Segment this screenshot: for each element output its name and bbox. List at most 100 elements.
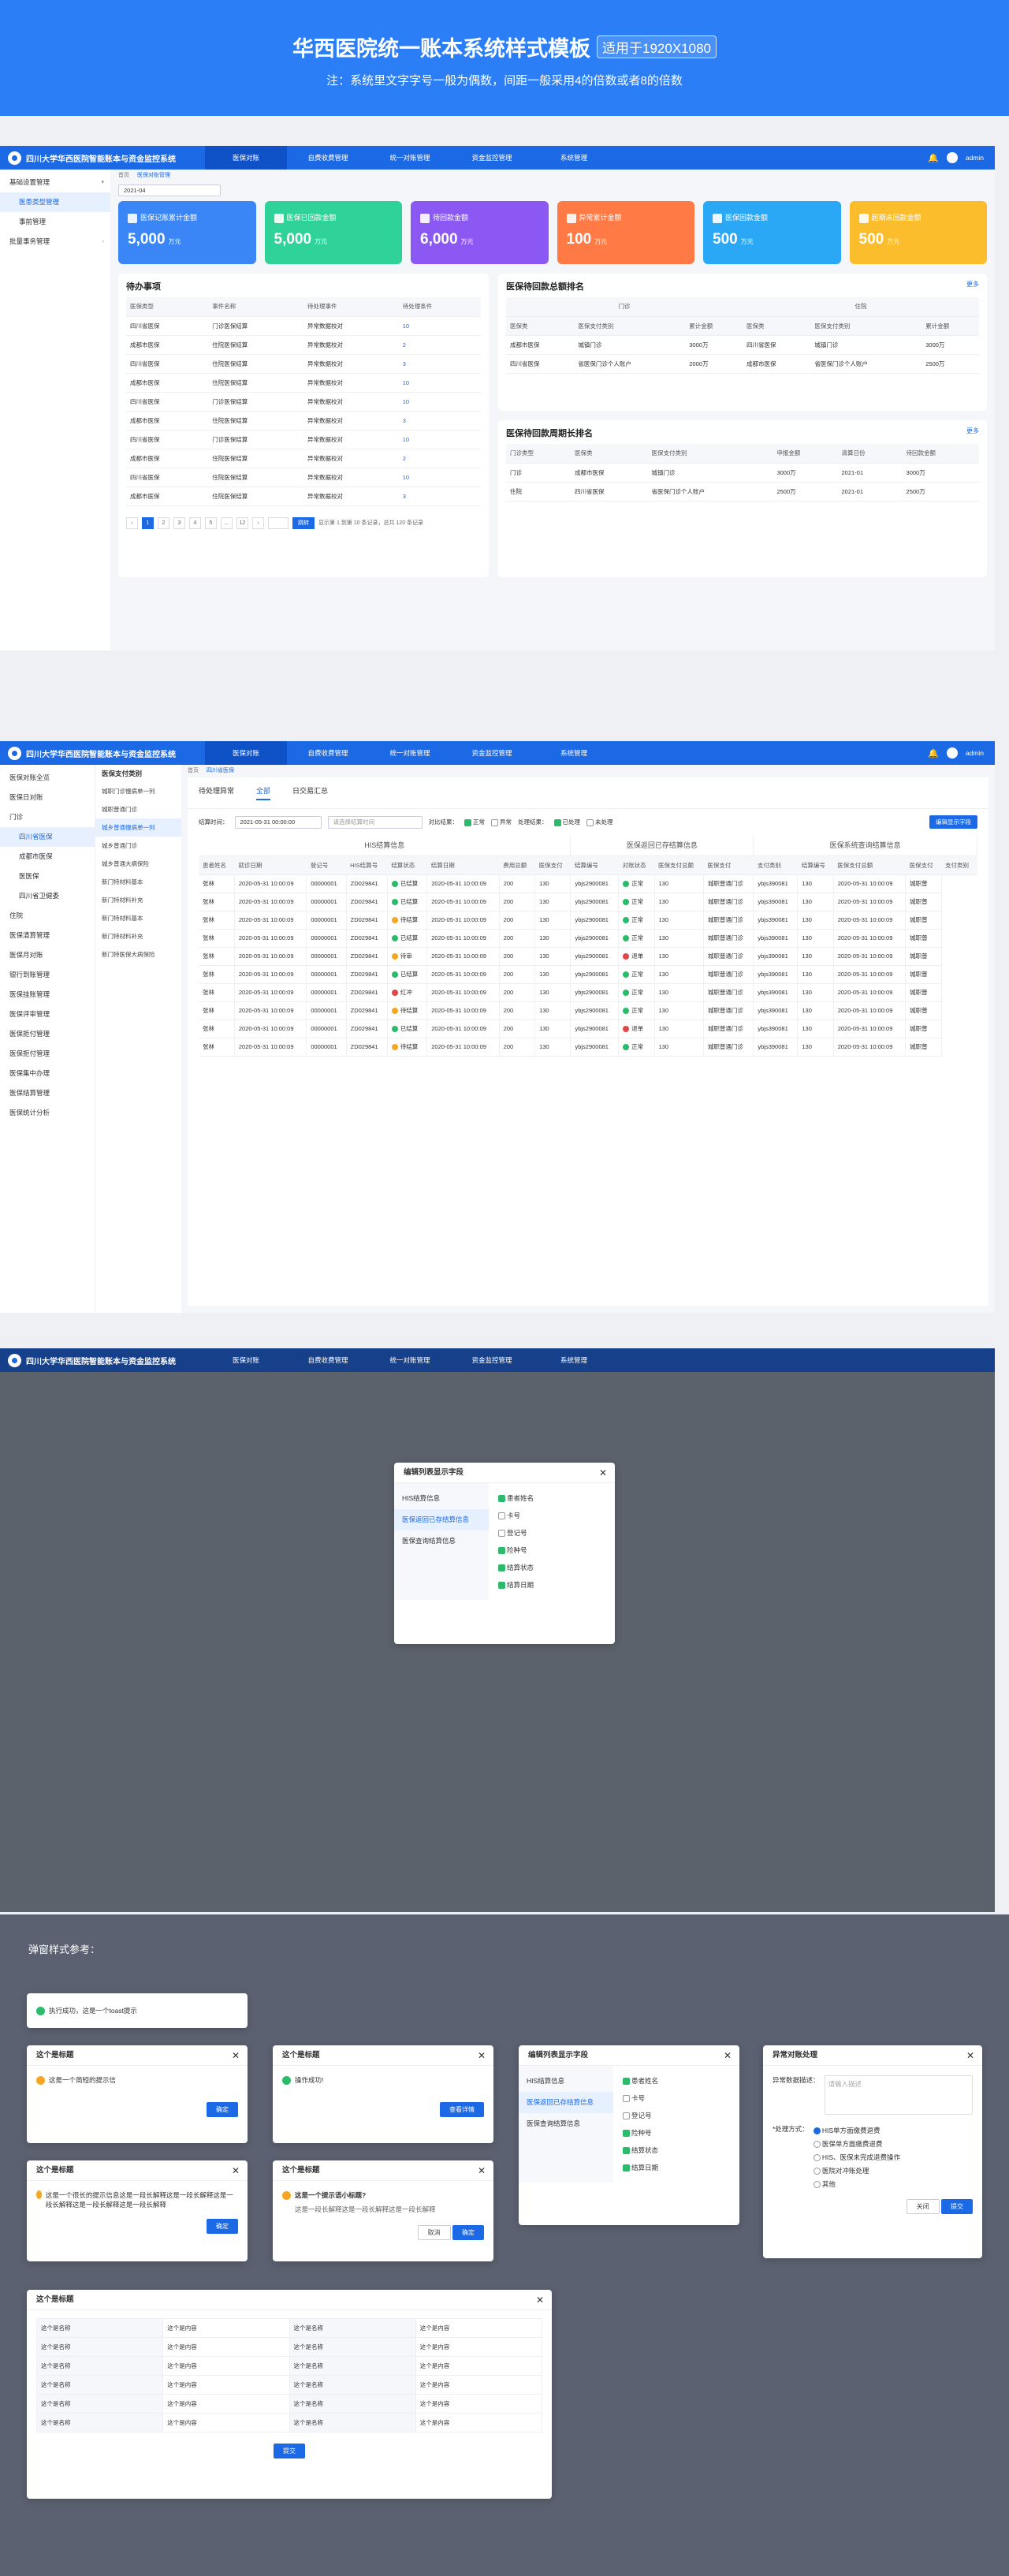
column-option[interactable]: 险种号 [623, 2124, 730, 2142]
sidebar-item[interactable]: 医保统计分析 [0, 1103, 95, 1123]
category-item[interactable]: 城职普通门诊 [95, 800, 181, 818]
month-picker[interactable]: 2021-04 [118, 185, 221, 196]
avatar[interactable] [946, 152, 958, 163]
stat-card[interactable]: 待回款金额 6,000 万元 [411, 201, 549, 264]
sidebar-item[interactable]: 医保挂账管理 [0, 985, 95, 1005]
crumb[interactable]: 四川省医保 [207, 768, 234, 774]
nav-item[interactable]: 系统管理 [533, 741, 615, 765]
close-icon[interactable]: ✕ [478, 2160, 486, 2181]
sidebar-item[interactable]: 医保结算管理 [0, 1083, 95, 1103]
more-link[interactable]: 更多 [966, 427, 979, 439]
check-normal[interactable]: 正常 [464, 818, 485, 826]
page-input[interactable] [268, 516, 289, 529]
cancel-button[interactable]: 取消 [417, 2225, 451, 2241]
page-button[interactable]: 3 [173, 516, 185, 529]
category-item[interactable]: 城职门诊慢病单一列 [95, 782, 181, 800]
go-button[interactable]: 跳转 [292, 516, 315, 529]
sidebar-item[interactable]: 医保评审管理 [0, 1005, 95, 1024]
column-option[interactable]: 结算状态 [498, 1559, 605, 1576]
stat-card[interactable]: 医保记账累计金额 5,000 万元 [118, 201, 256, 264]
column-option[interactable]: 登记号 [498, 1524, 605, 1541]
crumb[interactable]: 首页 [118, 173, 129, 178]
sidebar-item[interactable]: 成都市医保 [0, 847, 95, 867]
column-option[interactable]: 卡号 [498, 1507, 605, 1524]
sidebar-item[interactable]: 医保拒付管理 [0, 1044, 95, 1064]
nav-item[interactable]: 自费收费管理 [287, 146, 369, 170]
confirm-button[interactable]: 确定 [207, 2219, 238, 2234]
desc-textarea[interactable]: 请输入描述 [824, 2075, 973, 2115]
category-item[interactable]: 城乡普通大病保险 [95, 855, 181, 873]
sidebar-item[interactable]: 基础设置管理 ▾ [0, 173, 110, 192]
nav-item[interactable]: 统一对账管理 [369, 741, 451, 765]
nav-item[interactable]: 医保对账 [205, 741, 287, 765]
radio-option[interactable]: HIS单方面缴费退费 [813, 2124, 900, 2138]
column-option[interactable]: 结算状态 [623, 2142, 730, 2159]
radio[interactable] [813, 2127, 821, 2135]
column-option[interactable]: 患者姓名 [623, 2072, 730, 2090]
nav-item[interactable]: 系统管理 [533, 1348, 615, 1372]
more-link[interactable]: 更多 [966, 280, 979, 293]
checkbox[interactable] [623, 2112, 630, 2120]
sidebar-item[interactable]: 四川省医保 [0, 827, 95, 847]
confirm-button[interactable]: 确定 [207, 2102, 238, 2118]
radio-option[interactable]: 其他 [813, 2178, 900, 2191]
checkbox[interactable] [498, 1582, 505, 1590]
sidebar-item[interactable]: 事前管理 [0, 212, 110, 232]
bell-icon[interactable]: 🔔 [928, 748, 939, 759]
date-input[interactable]: 请选择结算时间 [327, 815, 423, 829]
user-name[interactable]: admin [966, 749, 984, 757]
close-icon[interactable]: ✕ [536, 2290, 544, 2310]
sidebar-item[interactable]: 住院 [0, 906, 95, 926]
category-item[interactable]: 新门特材料基本 [95, 909, 181, 927]
checkbox[interactable] [498, 1495, 505, 1503]
column-option[interactable]: 患者姓名 [498, 1489, 605, 1507]
category-item[interactable]: 新门特材料补充 [95, 927, 181, 945]
nav-item[interactable]: 统一对账管理 [369, 146, 451, 170]
checkbox[interactable] [498, 1547, 505, 1555]
detail-button[interactable]: 查看详情 [440, 2102, 484, 2118]
category-item[interactable]: 新门特材料补充 [95, 891, 181, 909]
crumb[interactable]: 医保对账管理 [137, 173, 170, 178]
tab[interactable]: 待处理异常 [199, 785, 234, 800]
page-button[interactable]: 1 [142, 516, 154, 529]
nav-item[interactable]: 资金监控管理 [451, 1348, 533, 1372]
confirm-button[interactable]: 确定 [452, 2225, 484, 2241]
sidebar-item[interactable]: 医保集中办理 [0, 1064, 95, 1083]
checkbox[interactable] [623, 2095, 630, 2103]
sidebar-item[interactable]: 医保对账全览 [0, 768, 95, 788]
avatar[interactable] [946, 747, 958, 759]
sidebar-item[interactable]: 医保拒付管理 [0, 1024, 95, 1044]
checkbox[interactable] [623, 2078, 630, 2086]
user-name[interactable]: admin [966, 154, 984, 162]
sidebar-item[interactable]: 银行到账管理 [0, 965, 95, 985]
category-item[interactable]: 城乡普通门诊 [95, 837, 181, 855]
bell-icon[interactable]: 🔔 [928, 153, 939, 163]
column-group[interactable]: 医保返回已存结算信息 [394, 1509, 489, 1530]
tab[interactable]: 日交易汇总 [292, 785, 328, 800]
column-group[interactable]: HIS结算信息 [394, 1488, 489, 1509]
check-abnormal[interactable]: 异常 [491, 818, 512, 826]
crumb[interactable]: 首页 [188, 768, 199, 774]
close-icon[interactable]: ✕ [478, 2045, 486, 2066]
next-icon[interactable]: › [252, 516, 264, 529]
checkbox[interactable] [623, 2130, 630, 2138]
checkbox[interactable] [623, 2147, 630, 2155]
column-group[interactable]: 医保返回已存结算信息 [519, 2092, 613, 2113]
page-button[interactable]: 2 [158, 516, 169, 529]
nav-item[interactable]: 统一对账管理 [369, 1348, 451, 1372]
checkbox[interactable] [623, 2164, 630, 2172]
nav-item[interactable]: 医保对账 [205, 1348, 287, 1372]
radio-option[interactable]: 医保单方面缴费退费 [813, 2138, 900, 2151]
radio[interactable] [813, 2181, 821, 2189]
prev-icon[interactable]: ‹ [126, 516, 138, 529]
radio-option[interactable]: 医院对冲账处理 [813, 2164, 900, 2178]
column-group[interactable]: HIS结算信息 [519, 2071, 613, 2092]
submit-button[interactable]: 提交 [274, 2444, 305, 2459]
checkbox[interactable] [498, 1530, 505, 1538]
stat-card[interactable]: 医保已回款金额 5,000 万元 [264, 201, 402, 264]
column-group[interactable]: 医保查询结算信息 [519, 2113, 613, 2134]
radio[interactable] [813, 2141, 821, 2149]
check-undone[interactable]: 未处理 [586, 818, 613, 826]
category-item[interactable]: 新门特材料基本 [95, 873, 181, 891]
checkbox[interactable] [498, 1512, 505, 1520]
